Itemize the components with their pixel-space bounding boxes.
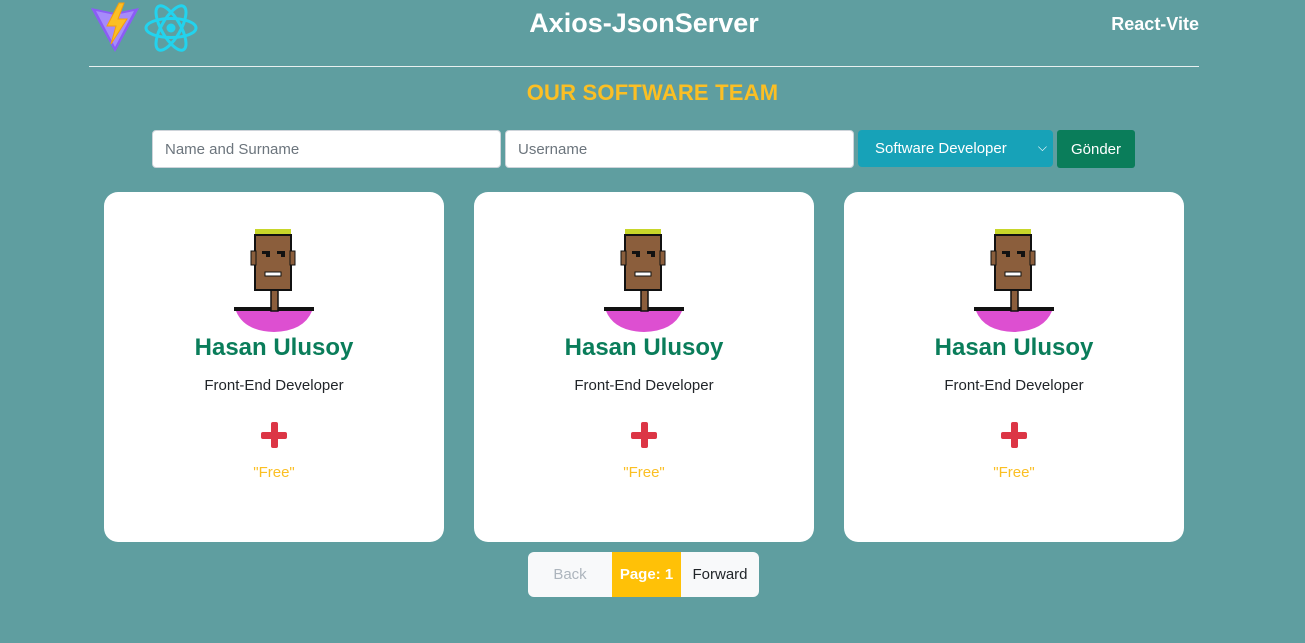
member-name: Hasan Ulusoy [194, 334, 354, 361]
submit-button[interactable]: Gönder [1057, 130, 1135, 168]
role-select[interactable]: Software Developer ⌵ [858, 130, 1053, 167]
member-status: "Free" [253, 464, 295, 481]
brand-label: React-Vite [1111, 14, 1199, 34]
team-member-card: Hasan Ulusoy Front-End Developer "Free" [474, 192, 814, 542]
member-name: Hasan Ulusoy [564, 334, 724, 361]
pagination: Back Page: 1 Forward [528, 552, 759, 597]
member-role: Front-End Developer [574, 377, 714, 394]
plus-icon[interactable] [261, 422, 287, 448]
back-button[interactable]: Back [528, 552, 612, 597]
member-status: "Free" [993, 464, 1035, 481]
team-member-card: Hasan Ulusoy Front-End Developer "Free" [104, 192, 444, 542]
member-name: Hasan Ulusoy [934, 334, 1094, 361]
username-input[interactable] [505, 130, 854, 168]
member-status: "Free" [623, 464, 665, 481]
chevron-down-icon: ⌵ [1037, 140, 1047, 154]
name-surname-input[interactable] [152, 130, 501, 168]
forward-button[interactable]: Forward [681, 552, 759, 597]
member-role: Front-End Developer [204, 377, 344, 394]
plus-icon[interactable] [631, 422, 657, 448]
header: Axios-JsonServer React-Vite [89, 0, 1199, 67]
role-select-value: Software Developer [875, 140, 1007, 157]
plus-icon[interactable] [1001, 422, 1027, 448]
section-title: OUR SOFTWARE TEAM [526, 80, 779, 105]
member-role: Front-End Developer [944, 377, 1084, 394]
avatar [604, 229, 684, 332]
team-member-card: Hasan Ulusoy Front-End Developer "Free" [844, 192, 1184, 542]
avatar [974, 229, 1054, 332]
page-indicator: Page: 1 [612, 552, 681, 597]
avatar [234, 229, 314, 332]
app-title: Axios-JsonServer [529, 8, 759, 38]
